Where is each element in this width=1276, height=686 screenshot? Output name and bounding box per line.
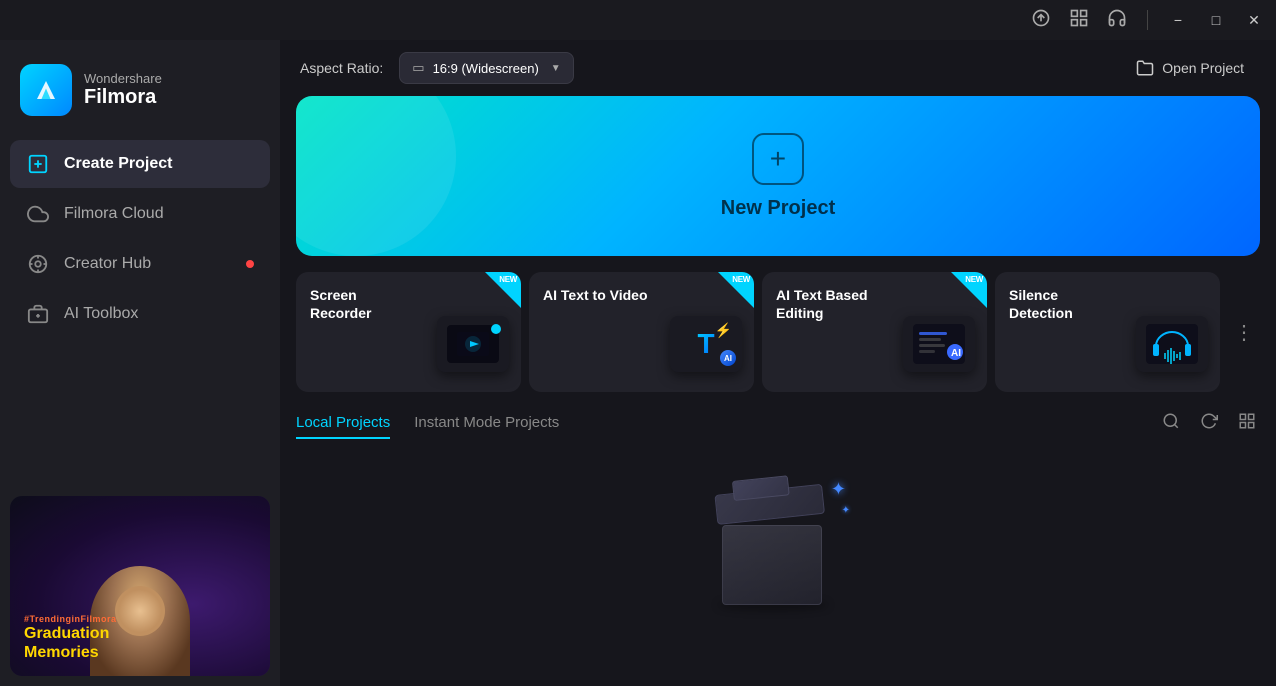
card-title: AI Text to Video [543,286,651,304]
open-project-label: Open Project [1162,60,1244,76]
titlebar-divider [1147,10,1148,30]
brand-name: Wondershare [84,71,162,86]
projects-toolbar [1158,408,1260,439]
titlebar: − □ ✕ [0,0,1276,40]
grid-icon[interactable] [1069,8,1089,33]
card-title: Screen Recorder [310,286,418,322]
ai-edit-icon-area: AI [899,304,979,384]
app-logo: Wondershare Filmora [0,48,280,140]
cloud-icon [26,202,50,226]
minimize-button[interactable]: − [1168,10,1188,30]
sidebar-item-creator-hub[interactable]: Creator Hub [10,240,270,288]
open-project-button[interactable]: Open Project [1124,51,1256,85]
create-project-icon [26,152,50,176]
text-edit-icon: AI [913,324,965,364]
tab-local-projects[interactable]: Local Projects [296,408,390,439]
view-toggle-button[interactable] [1234,408,1260,439]
tab-instant-mode-projects[interactable]: Instant Mode Projects [414,408,559,439]
titlebar-controls: − □ ✕ [1168,10,1264,30]
play-icon [457,332,489,356]
search-icon [1162,412,1180,430]
box-highlight [722,525,822,605]
upload-icon[interactable] [1031,8,1051,33]
main-content: Aspect Ratio: ▭ 16:9 (Widescreen) ▼ Open… [280,40,1276,686]
close-button[interactable]: ✕ [1244,10,1264,30]
new-badge-text: NEW [499,275,517,284]
refresh-icon [1200,412,1218,430]
feature-card-silence-detection[interactable]: Silence Detection [995,272,1220,392]
new-project-plus-icon: + [752,133,804,185]
sidebar: Wondershare Filmora Create Project [0,40,280,686]
sidebar-item-label: Filmora Cloud [64,205,164,223]
feature-cards-row: NEW Screen Recorder [280,272,1276,408]
empty-state: ✦ ✦ [296,455,1260,686]
sidebar-item-create-project[interactable]: Create Project [10,140,270,188]
silence-icon-area [1132,304,1212,384]
new-project-inner: + New Project [721,133,835,220]
search-projects-button[interactable] [1158,408,1184,439]
silence-icon [1136,316,1208,372]
ai-edit-icon: AI [903,316,975,372]
sidebar-nav: Create Project Filmora Cloud [0,140,280,486]
empty-box-illustration: ✦ ✦ [698,475,858,615]
t-letter-icon: T [697,328,714,360]
sparkle-small-icon: ✦ [842,505,850,516]
aspect-ratio-label: Aspect Ratio: [300,60,383,76]
app-body: Wondershare Filmora Create Project [0,40,1276,686]
ai-text-icon-area: T ⚡ AI [666,304,746,384]
new-project-label: New Project [721,197,835,220]
new-project-banner[interactable]: + New Project [296,96,1260,256]
product-name: Filmora [84,86,162,109]
refresh-projects-button[interactable] [1196,408,1222,439]
grid-view-icon [1238,412,1256,430]
ai-toolbox-icon [26,302,50,326]
headset-icon[interactable] [1107,8,1127,33]
projects-section: Local Projects Instant Mode Projects [280,408,1276,686]
card-title: AI Text Based Editing [776,286,884,322]
folder-icon [1136,59,1154,77]
aspect-ratio-select[interactable]: ▭ 16:9 (Widescreen) ▼ [399,52,573,84]
logo-icon [20,64,72,116]
promo-badge: #TrendinginFilmora [24,614,117,624]
more-cards-button[interactable]: ⋮ [1228,272,1260,392]
sidebar-item-filmora-cloud[interactable]: Filmora Cloud [10,190,270,238]
creator-hub-icon [26,252,50,276]
projects-tabs: Local Projects Instant Mode Projects [296,408,1260,439]
sidebar-item-label: AI Toolbox [64,305,138,323]
logo-text: Wondershare Filmora [84,71,162,109]
monitor-icon: ▭ [412,60,424,76]
screen-recorder-icon-area [433,304,513,384]
sidebar-item-label: Create Project [64,155,173,173]
feature-card-ai-text-to-video[interactable]: NEW AI Text to Video T ⚡ AI [529,272,754,392]
promo-title-line1: Graduation [24,624,117,643]
promo-title-line2: Memories [24,643,117,662]
sidebar-item-ai-toolbox[interactable]: AI Toolbox [10,290,270,338]
maximize-button[interactable]: □ [1206,10,1226,30]
ellipsis-vertical-icon: ⋮ [1234,320,1254,345]
topbar: Aspect Ratio: ▭ 16:9 (Widescreen) ▼ Open… [280,40,1276,96]
promo-text: #TrendinginFilmora Graduation Memories [24,614,117,662]
promo-card[interactable]: #TrendinginFilmora Graduation Memories [10,496,270,676]
recorder-icon [437,316,509,372]
ai-text-icon: T ⚡ AI [670,316,742,372]
sidebar-item-label: Creator Hub [64,255,151,273]
svg-text:AI: AI [951,348,961,359]
feature-card-ai-text-based-editing[interactable]: NEW AI Text Based Editing AI [762,272,987,392]
new-badge-text: NEW [732,275,750,284]
feature-card-screen-recorder[interactable]: NEW Screen Recorder [296,272,521,392]
titlebar-action-icons [1031,8,1127,33]
aspect-ratio-value: 16:9 (Widescreen) [433,61,539,76]
ai-badge: AI [720,350,736,366]
headphone-waveform-icon [1146,324,1198,364]
new-badge-text: NEW [965,275,983,284]
sparkle-icon: ✦ [831,479,846,500]
chevron-down-icon: ▼ [551,63,561,74]
rec-indicator [491,324,501,334]
card-title: Silence Detection [1009,286,1117,322]
notification-dot [246,260,254,268]
spark-icon: ⚡ [715,322,732,339]
